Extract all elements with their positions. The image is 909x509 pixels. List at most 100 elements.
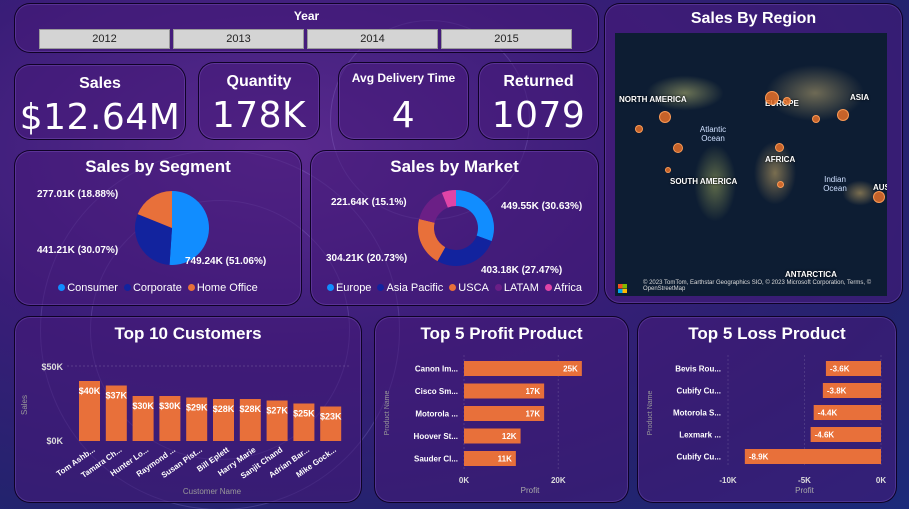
data-label: 11K (498, 455, 512, 464)
data-label: $23K (320, 412, 342, 422)
data-label: $28K (213, 404, 235, 414)
region-bubble[interactable] (812, 115, 820, 123)
year-button-2012[interactable]: 2012 (39, 29, 170, 49)
legend-swatch (449, 284, 457, 291)
y-tick-label: Hoover St... (414, 432, 458, 441)
segment-legend: Consumer Corporate Home Office (15, 282, 301, 294)
kpi-avg-delivery-time: Avg Delivery Time 4 (338, 62, 469, 140)
data-label: $40K (79, 386, 101, 396)
region-bubble[interactable] (665, 167, 671, 173)
pie-slice (456, 190, 494, 242)
kpi-value: 178K (211, 95, 307, 136)
legend-item[interactable]: Asia Pacific (377, 282, 443, 294)
year-button-2014[interactable]: 2014 (307, 29, 438, 49)
y-tick-label: Cubify Cu... (677, 453, 721, 462)
legend-label: Europe (335, 282, 372, 294)
profit-bar-chart: 25K Canon Im... 17K Cisco Sm... 17K Motorola … (384, 355, 582, 495)
legend-item[interactable]: Europe (326, 282, 372, 294)
y-tick-label: $0K (46, 436, 63, 446)
y-tick-label: Sauder Cl... (414, 455, 458, 464)
legend-item[interactable]: LATAM (494, 282, 539, 294)
legend-item[interactable]: Home Office (187, 282, 258, 294)
data-label: $37K (106, 391, 128, 401)
legend-swatch (123, 284, 131, 291)
year-button-2015[interactable]: 2015 (441, 29, 572, 49)
sales-by-region-card: Sales By Region NORTH AMERICA EUROPE ASI… (604, 3, 903, 304)
legend-label: LATAM (503, 282, 539, 294)
legend-item[interactable]: Corporate (123, 282, 182, 294)
data-label: 221.64K (15.1%) (331, 197, 407, 208)
kpi-label: Avg Delivery Time (351, 71, 456, 85)
y-axis-title: Product Name (384, 391, 391, 436)
data-label: -8.9K (749, 453, 769, 462)
map-label-north-america: NORTH AMERICA (619, 95, 687, 104)
legend-item[interactable]: Consumer (58, 282, 118, 294)
year-filter: Year 2012 2013 2014 2015 (14, 3, 599, 53)
map-label-atlantic: Atlantic Ocean (699, 125, 727, 143)
legend-swatch (58, 284, 66, 291)
year-filter-title: Year (293, 9, 320, 23)
loss-bar-chart: -3.6K Bevis Rou... -3.8K Cubify Cu... -4.4K M… (647, 355, 886, 495)
data-label: -3.6K (830, 365, 850, 374)
region-bubble[interactable] (777, 181, 784, 188)
x-axis-title: Profit (795, 486, 814, 495)
data-label: $28K (240, 404, 262, 414)
region-bubble[interactable] (673, 143, 683, 153)
kpi-label: Returned (503, 73, 574, 90)
legend-swatch (544, 284, 552, 291)
top-5-loss-card: Top 5 Loss Product -3.6K Bevis Rou... -3.8… (637, 316, 897, 503)
data-label: 17K (525, 387, 540, 396)
region-bubble[interactable] (659, 111, 671, 123)
region-bubble[interactable] (635, 125, 643, 133)
data-label: $30K (132, 401, 154, 411)
market-legend: Europe Asia Pacific USCA LATAM Africa (311, 282, 598, 294)
legend-swatch (377, 284, 385, 291)
data-label: 449.55K (30.63%) (501, 201, 582, 212)
legend-swatch (494, 284, 502, 291)
data-label: 304.21K (20.73%) (326, 253, 407, 264)
y-tick-label: $50K (41, 362, 63, 372)
legend-swatch (326, 284, 334, 291)
year-button-2013[interactable]: 2013 (173, 29, 304, 49)
data-label: -4.4K (818, 409, 838, 418)
x-tick-label: 0K (876, 476, 886, 485)
data-label: 749.24K (51.06%) (185, 256, 266, 267)
kpi-value: 4 (391, 95, 416, 136)
map-title: Sales By Region (690, 10, 817, 27)
region-bubble[interactable] (783, 97, 791, 105)
data-label: 277.01K (18.88%) (37, 189, 118, 200)
y-tick-label: Cisco Sm... (415, 387, 458, 396)
y-tick-label: Motorola ... (415, 410, 458, 419)
y-axis-title: Product Name (647, 391, 654, 436)
x-tick-label: -5K (798, 476, 811, 485)
kpi-returned: Returned 1079 (478, 62, 599, 140)
map-label-asia: ASIA (850, 93, 870, 102)
map-label-antarctica: ANTARCTICA (785, 270, 837, 279)
data-label: 25K (563, 365, 578, 374)
microsoft-logo (618, 284, 627, 293)
legend-item[interactable]: Africa (544, 282, 583, 294)
region-bubble[interactable] (765, 91, 779, 105)
legend-label: Africa (553, 282, 583, 294)
legend-item[interactable]: USCA (449, 282, 489, 294)
sales-by-market-card: Sales by Market 449.55K (30.63%) 403.18K … (310, 150, 599, 306)
pie-slice (419, 192, 448, 223)
x-axis-title: Customer Name (183, 487, 242, 496)
legend-label: Corporate (132, 282, 182, 294)
region-bubble[interactable] (775, 143, 784, 152)
y-tick-label: Bevis Rou... (675, 365, 721, 374)
legend-swatch (187, 284, 195, 291)
pie-slice (437, 235, 492, 266)
y-tick-label: Motorola S... (673, 409, 721, 418)
region-map[interactable]: NORTH AMERICA EUROPE ASIA AFRICA SOUTH A… (615, 33, 887, 296)
data-label: -4.6K (815, 431, 835, 440)
x-tick-label: 0K (459, 476, 469, 485)
kpi-label: Sales (79, 75, 121, 92)
region-bubble[interactable] (837, 109, 849, 121)
y-axis-title: Sales (20, 395, 29, 415)
legend-label: USCA (458, 282, 489, 294)
customers-bar-chart: $50K$0KSales$40KTom Ashb...$37KTamara Ch… (20, 362, 350, 496)
data-label: 403.18K (27.47%) (481, 265, 562, 276)
region-bubble[interactable] (873, 191, 885, 203)
data-label: 441.21K (30.07%) (37, 245, 118, 256)
